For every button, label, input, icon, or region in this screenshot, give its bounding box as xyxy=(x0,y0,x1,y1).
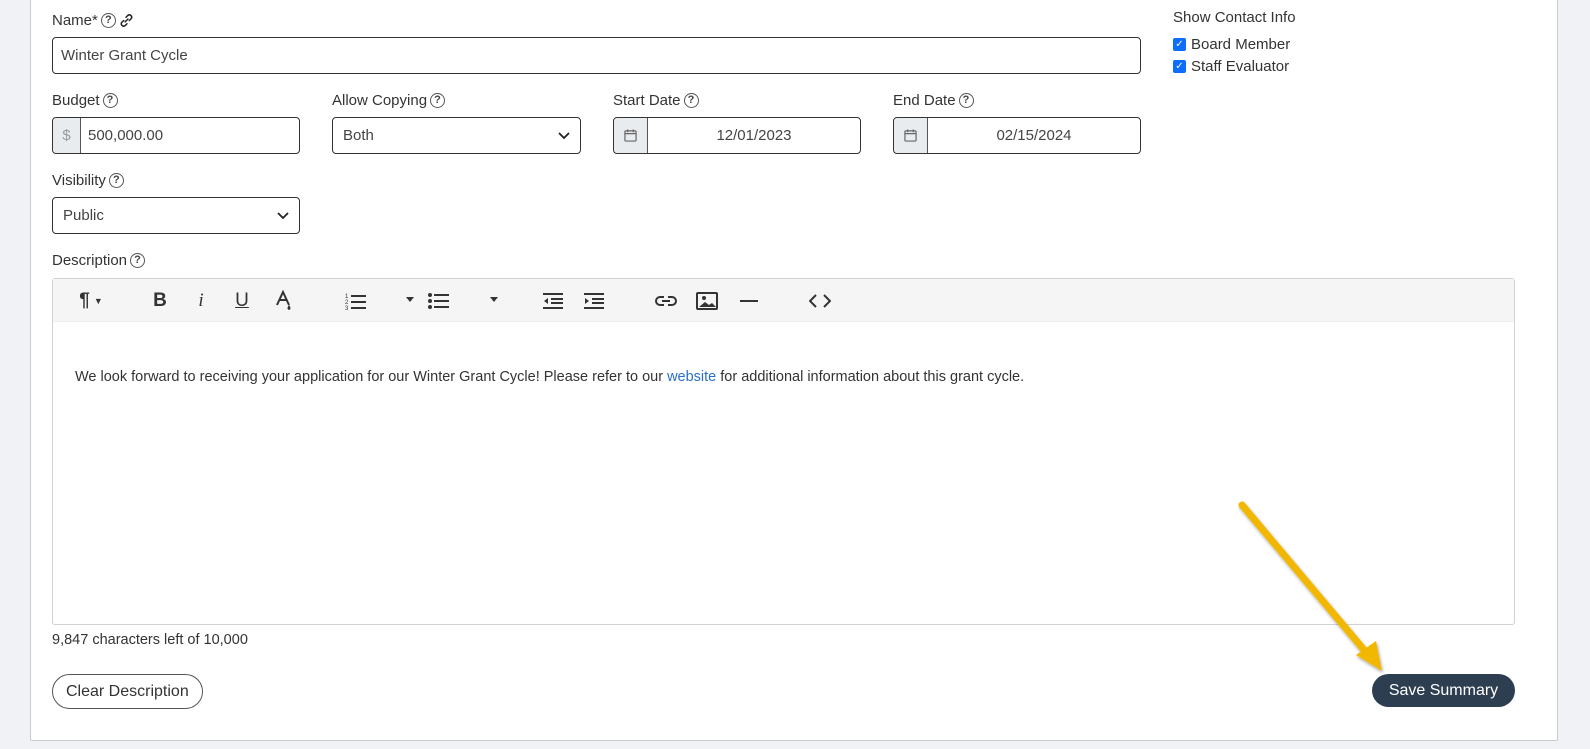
name-label-row: Name* ? xyxy=(52,12,134,29)
description-text-after: for additional information about this gr… xyxy=(716,369,1025,385)
help-icon[interactable]: ? xyxy=(100,13,116,28)
end-date-label-row: End Date ? xyxy=(893,92,974,109)
staff-evaluator-label: Staff Evaluator xyxy=(1191,58,1290,75)
budget-input[interactable]: $ 500,000.00 xyxy=(52,117,300,154)
copying-label: Allow Copying xyxy=(332,92,428,109)
visibility-value: Public xyxy=(63,207,104,224)
text-color-icon[interactable] xyxy=(271,289,297,313)
start-date-value: 12/01/2023 xyxy=(716,127,792,144)
indent-icon[interactable] xyxy=(581,289,607,313)
checkbox-check-icon[interactable]: ✓ xyxy=(1173,38,1186,51)
description-label: Description xyxy=(52,252,128,269)
chevron-down-icon xyxy=(277,211,289,219)
description-label-row: Description ? xyxy=(52,252,146,269)
help-icon[interactable]: ? xyxy=(108,173,124,188)
help-icon[interactable]: ? xyxy=(430,93,446,108)
help-icon[interactable]: ? xyxy=(683,93,699,108)
checkbox-check-icon[interactable]: ✓ xyxy=(1173,60,1186,73)
end-date-label: End Date xyxy=(893,92,956,109)
website-link[interactable]: website xyxy=(667,369,716,385)
contact-heading: Show Contact Info xyxy=(1173,9,1296,26)
budget-label-row: Budget ? xyxy=(52,92,118,109)
start-date-input[interactable]: 12/01/2023 xyxy=(613,117,861,154)
character-counter: 9,847 characters left of 10,000 xyxy=(52,632,248,648)
link-icon[interactable] xyxy=(653,289,679,313)
italic-icon[interactable]: i xyxy=(188,289,214,313)
unordered-list-icon[interactable] xyxy=(426,289,452,313)
help-icon[interactable]: ? xyxy=(102,93,118,108)
unordered-list-dropdown-icon[interactable] xyxy=(490,297,498,302)
horizontal-rule-icon[interactable] xyxy=(736,289,762,313)
visibility-select[interactable]: Public xyxy=(52,197,300,234)
editor-toolbar: ¶ ▼ B i U 123 xyxy=(53,279,1514,322)
help-icon[interactable]: ? xyxy=(958,93,974,108)
outdent-icon[interactable] xyxy=(540,289,566,313)
chevron-down-icon xyxy=(558,131,570,139)
visibility-label-row: Visibility ? xyxy=(52,172,124,189)
svg-text:3: 3 xyxy=(345,306,349,310)
visibility-label: Visibility xyxy=(52,172,106,189)
budget-label: Budget xyxy=(52,92,100,109)
editor-content[interactable]: We look forward to receiving your applic… xyxy=(75,369,1024,385)
budget-value: 500,000.00 xyxy=(88,127,164,144)
clear-description-button[interactable]: Clear Description xyxy=(52,674,203,709)
help-icon[interactable]: ? xyxy=(130,253,146,268)
name-label: Name* xyxy=(52,12,98,29)
name-input[interactable]: Winter Grant Cycle xyxy=(52,37,1141,74)
staff-evaluator-checkbox[interactable]: ✓ Staff Evaluator xyxy=(1173,58,1289,75)
end-date-value: 02/15/2024 xyxy=(996,127,1072,144)
ordered-list-icon[interactable]: 123 xyxy=(343,289,369,313)
start-date-label-row: Start Date ? xyxy=(613,92,699,109)
board-member-label: Board Member xyxy=(1191,36,1291,53)
end-date-input[interactable]: 02/15/2024 xyxy=(893,117,1141,154)
start-date-label: Start Date xyxy=(613,92,681,109)
paragraph-icon[interactable]: ¶ ▼ xyxy=(73,289,109,313)
ordered-list-dropdown-icon[interactable] xyxy=(406,297,414,302)
bold-icon[interactable]: B xyxy=(147,289,173,313)
annotation-arrow xyxy=(1238,501,1382,671)
copying-label-row: Allow Copying ? xyxy=(332,92,446,109)
image-icon[interactable] xyxy=(694,289,720,313)
board-member-checkbox[interactable]: ✓ Board Member xyxy=(1173,36,1290,53)
calendar-icon[interactable] xyxy=(614,118,648,153)
allow-copying-select[interactable]: Both xyxy=(332,117,581,154)
description-text-before: We look forward to receiving your applic… xyxy=(75,369,668,385)
calendar-icon[interactable] xyxy=(894,118,928,153)
code-view-icon[interactable] xyxy=(807,289,833,313)
link-icon[interactable] xyxy=(119,13,134,28)
name-value: Winter Grant Cycle xyxy=(61,47,188,64)
currency-prefix: $ xyxy=(53,118,81,153)
underline-icon[interactable]: U xyxy=(229,289,255,313)
save-summary-button[interactable]: Save Summary xyxy=(1372,674,1515,707)
copying-value: Both xyxy=(343,127,374,144)
